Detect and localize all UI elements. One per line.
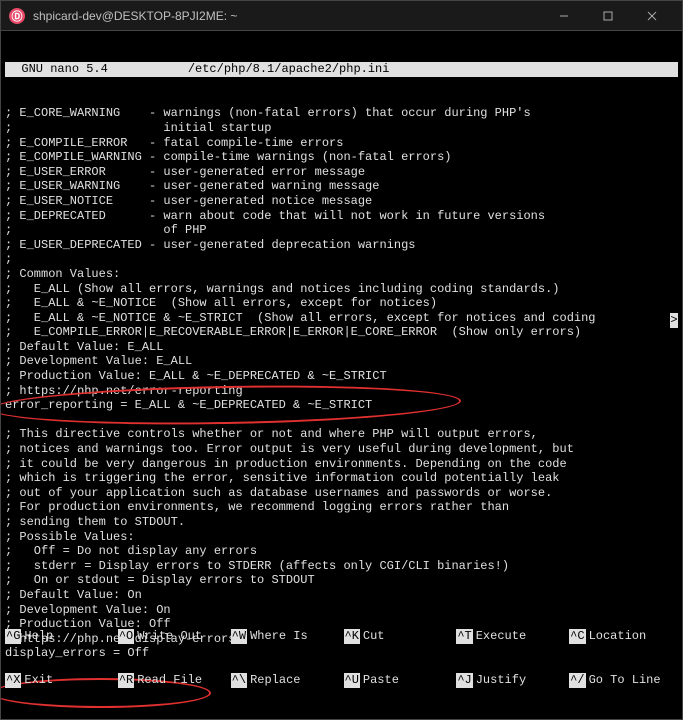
shortcut-key: ^T	[456, 629, 472, 644]
nano-shortcut: ^WWhere Is	[231, 629, 340, 644]
nano-shortcuts-row-2: ^XExit^RRead File^\Replace^UPaste^JJusti…	[5, 673, 678, 688]
shortcut-label: Help	[24, 629, 53, 644]
nano-status-bar	[5, 585, 678, 600]
shortcut-key: ^W	[231, 629, 247, 644]
editor-line[interactable]	[5, 413, 678, 428]
editor-line[interactable]: ; initial startup	[5, 121, 678, 136]
nano-shortcut: ^J Justify	[456, 673, 565, 688]
editor-line[interactable]: ; E_COMPILE_ERROR - fatal compile-time e…	[5, 136, 678, 151]
editor-line[interactable]: ; Development Value: E_ALL	[5, 354, 678, 369]
editor-line[interactable]: ; notices and warnings too. Error output…	[5, 442, 678, 457]
shortcut-key: ^R	[118, 673, 134, 688]
shortcut-key: ^X	[5, 673, 21, 688]
shortcut-label: Read File	[137, 673, 202, 688]
nano-shortcut: ^GHelp	[5, 629, 114, 644]
nano-shortcuts-row-1: ^GHelp^OWrite Out^WWhere Is^KCut^TExecut…	[5, 629, 678, 644]
nano-shortcut: ^T Execute	[456, 629, 565, 644]
window-titlebar: Ⓓ shpicard-dev@DESKTOP-8PJI2ME: ~	[0, 0, 683, 30]
editor-line[interactable]: ; out of your application such as databa…	[5, 486, 678, 501]
shortcut-label: Exit	[24, 673, 53, 688]
shortcut-label: Execute	[476, 629, 526, 644]
shortcut-key: ^\	[231, 673, 247, 688]
editor-line[interactable]: ; which is triggering the error, sensiti…	[5, 471, 678, 486]
nano-shortcut: ^OWrite Out	[118, 629, 227, 644]
shortcut-label: Location	[589, 629, 647, 644]
editor-line[interactable]: ; E_ALL & ~E_NOTICE & ~E_STRICT (Show al…	[5, 311, 678, 326]
app-logo-icon: Ⓓ	[9, 8, 25, 24]
shortcut-label: Write Out	[137, 629, 202, 644]
close-button[interactable]	[630, 2, 674, 30]
editor-name: GNU nano 5.4	[7, 62, 188, 77]
editor-line[interactable]: ; sending them to STDOUT.	[5, 515, 678, 530]
shortcut-label: Go To Line	[589, 673, 661, 688]
nano-shortcut: ^/ Go To Line	[569, 673, 678, 688]
editor-line[interactable]: ; E_DEPRECATED - warn about code that wi…	[5, 209, 678, 224]
editor-line[interactable]: ; Default Value: E_ALL	[5, 340, 678, 355]
shortcut-label: Replace	[250, 673, 300, 688]
terminal-viewport[interactable]: GNU nano 5.4 /etc/php/8.1/apache2/php.in…	[0, 30, 683, 720]
shortcut-label: Where Is	[250, 629, 308, 644]
nano-header: GNU nano 5.4 /etc/php/8.1/apache2/php.in…	[5, 62, 678, 77]
nano-shortcut: ^\Replace	[231, 673, 340, 688]
nano-shortcut: ^XExit	[5, 673, 114, 688]
shortcut-key: ^C	[569, 629, 585, 644]
file-path: /etc/php/8.1/apache2/php.ini	[188, 62, 676, 77]
editor-line[interactable]: ; E_CORE_WARNING - warnings (non-fatal e…	[5, 106, 678, 121]
editor-line[interactable]: ; This directive controls whether or not…	[5, 427, 678, 442]
editor-line[interactable]: ; E_USER_WARNING - user-generated warnin…	[5, 179, 678, 194]
editor-line[interactable]: ; https://php.net/error-reporting	[5, 384, 678, 399]
shortcut-key: ^K	[344, 629, 360, 644]
editor-line[interactable]: ; it could be very dangerous in producti…	[5, 457, 678, 472]
window-title: shpicard-dev@DESKTOP-8PJI2ME: ~	[33, 9, 542, 23]
line-overflow-indicator: >	[670, 313, 678, 328]
editor-line[interactable]: ; Production Value: E_ALL & ~E_DEPRECATE…	[5, 369, 678, 384]
editor-line[interactable]: ; E_USER_DEPRECATED - user-generated dep…	[5, 238, 678, 253]
shortcut-key: ^J	[456, 673, 472, 688]
editor-line[interactable]: ; of PHP	[5, 223, 678, 238]
shortcut-key: ^/	[569, 673, 585, 688]
editor-line[interactable]: ; Possible Values:	[5, 530, 678, 545]
maximize-button[interactable]	[586, 2, 630, 30]
editor-line[interactable]: ;	[5, 252, 678, 267]
editor-line[interactable]: ; For production environments, we recomm…	[5, 500, 678, 515]
shortcut-label: Justify	[476, 673, 526, 688]
nano-shortcut: ^KCut	[344, 629, 453, 644]
editor-line[interactable]: ; Common Values:	[5, 267, 678, 282]
editor-line[interactable]: ; E_USER_ERROR - user-generated error me…	[5, 165, 678, 180]
nano-shortcut: ^RRead File	[118, 673, 227, 688]
editor-line[interactable]: ; E_ALL & ~E_NOTICE (Show all errors, ex…	[5, 296, 678, 311]
window-controls	[542, 2, 674, 30]
editor-line[interactable]: ; E_COMPILE_WARNING - compile-time warni…	[5, 150, 678, 165]
minimize-button[interactable]	[542, 2, 586, 30]
editor-line[interactable]: ; E_ALL (Show all errors, warnings and n…	[5, 282, 678, 297]
nano-shortcut: ^C Location	[569, 629, 678, 644]
editor-line[interactable]: error_reporting = E_ALL & ~E_DEPRECATED …	[5, 398, 678, 413]
shortcut-label: Paste	[363, 673, 399, 688]
shortcut-label: Cut	[363, 629, 385, 644]
shortcut-key: ^O	[118, 629, 134, 644]
editor-line[interactable]: ; E_USER_NOTICE - user-generated notice …	[5, 194, 678, 209]
shortcut-key: ^U	[344, 673, 360, 688]
nano-shortcut: ^UPaste	[344, 673, 453, 688]
shortcut-key: ^G	[5, 629, 21, 644]
editor-line[interactable]: ; E_COMPILE_ERROR|E_RECOVERABLE_ERROR|E_…	[5, 325, 678, 340]
